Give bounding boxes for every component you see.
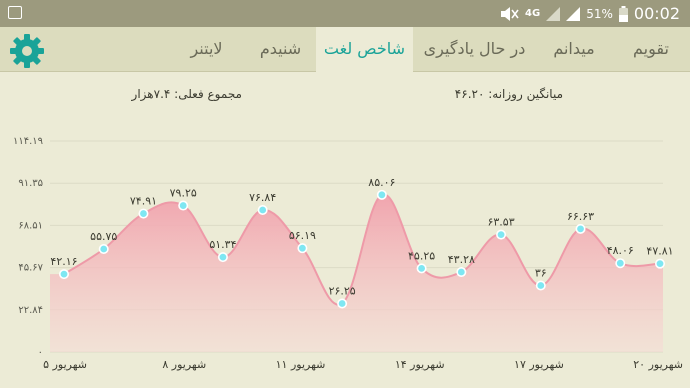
- tab-heard[interactable]: شنیدم: [245, 27, 316, 71]
- data-label: ۵۱.۳۴: [209, 238, 236, 251]
- battery-percent: 51%: [586, 6, 613, 21]
- mute-icon: [501, 6, 519, 21]
- gear-icon[interactable]: [9, 33, 45, 69]
- data-point: [615, 258, 626, 269]
- tab-known[interactable]: میدانم: [536, 27, 612, 71]
- signal-icon: [546, 6, 561, 21]
- data-label: ۷۴.۹۱: [130, 195, 157, 208]
- data-point: [138, 208, 149, 219]
- data-label: ۶۳.۵۳: [487, 216, 514, 229]
- x-tick-label: ۲۰ شهریور: [633, 358, 683, 371]
- data-label: ۵۵.۷۵: [90, 230, 117, 243]
- y-tick-label: ۲۲.۸۴: [18, 305, 43, 316]
- y-tick-label: ۹۱.۳۵: [18, 178, 43, 189]
- data-label: ۴۷.۸۱: [646, 245, 673, 258]
- y-tick-label: ۱۱۴.۱۹: [13, 136, 43, 147]
- clock: 00:02: [633, 4, 680, 23]
- x-tick-label: ۵ شهریور: [43, 358, 87, 371]
- daily-average-label: میانگین روزانه: ۴۶.۲۰: [455, 87, 563, 102]
- y-tick-label: ۰: [38, 347, 43, 358]
- status-icons: 4G 51% 00:02: [499, 3, 680, 24]
- data-point: [575, 223, 586, 234]
- data-label: ۸۵.۰۶: [368, 176, 395, 189]
- data-point: [535, 280, 546, 291]
- data-label: ۴۳.۲۸: [448, 253, 475, 266]
- data-label: ۴۲.۱۶: [50, 255, 77, 268]
- data-point: [456, 267, 467, 278]
- y-tick-label: ۴۵.۶۷: [18, 263, 43, 274]
- data-point: [416, 263, 427, 274]
- data-label: ۳۶: [535, 266, 547, 279]
- data-point: [178, 200, 189, 211]
- data-label: ۴۵.۲۵: [408, 249, 435, 262]
- data-point: [376, 189, 387, 200]
- data-label: ۲۶.۲۵: [329, 284, 356, 297]
- x-tick-label: ۱۱ شهریور: [276, 358, 326, 371]
- x-tick-label: ۱۷ شهریور: [514, 358, 564, 371]
- status-bar: 4G 51% 00:02: [0, 0, 690, 27]
- x-axis-ticks: ۵ شهریور ۸ شهریور ۱۱ شهریور ۱۴ شهریور ۱۷ شهر…: [43, 358, 683, 371]
- current-total-label: مجموع فعلی: ۷.۴هزار: [131, 87, 242, 102]
- data-label: ۷۹.۲۵: [170, 187, 197, 200]
- data-point: [98, 243, 109, 254]
- x-tick-label: ۱۴ شهریور: [395, 358, 445, 371]
- data-point: [337, 298, 348, 309]
- network-type: 4G: [525, 8, 541, 19]
- signal-icon: [566, 6, 581, 21]
- data-label: ۶۶.۶۳: [567, 210, 594, 223]
- y-axis-ticks: ۱۱۴.۱۹ ۹۱.۳۵ ۶۸.۵۱ ۴۵.۶۷ ۲۲.۸۴ ۰: [13, 136, 44, 358]
- data-point: [654, 258, 665, 269]
- x-tick-label: ۸ شهریور: [162, 358, 206, 371]
- data-point: [257, 205, 268, 216]
- data-label: ۷۶.۸۴: [249, 191, 276, 204]
- tab-learning[interactable]: در حال یادگیری: [413, 27, 536, 71]
- data-point: [297, 243, 308, 254]
- tab-word-index[interactable]: شاخص لغت: [316, 27, 413, 72]
- tab-leitner[interactable]: لایتنر: [168, 27, 245, 71]
- data-point: [217, 252, 228, 263]
- word-index-chart: میانگین روزانه: ۴۶.۲۰ مجموع فعلی: ۷.۴هزا…: [13, 87, 683, 371]
- data-point: [58, 269, 69, 280]
- image-notification-icon: [8, 6, 22, 19]
- battery-icon: [618, 5, 628, 22]
- data-label: ۴۸.۰۶: [607, 244, 634, 257]
- y-tick-label: ۶۸.۵۱: [18, 220, 43, 231]
- tab-bar: تقویم میدانم در حال یادگیری شاخص لغت شنی…: [0, 27, 690, 72]
- data-point: [496, 229, 507, 240]
- data-label: ۵۶.۱۹: [289, 229, 316, 242]
- tab-calendar[interactable]: تقویم: [612, 27, 690, 71]
